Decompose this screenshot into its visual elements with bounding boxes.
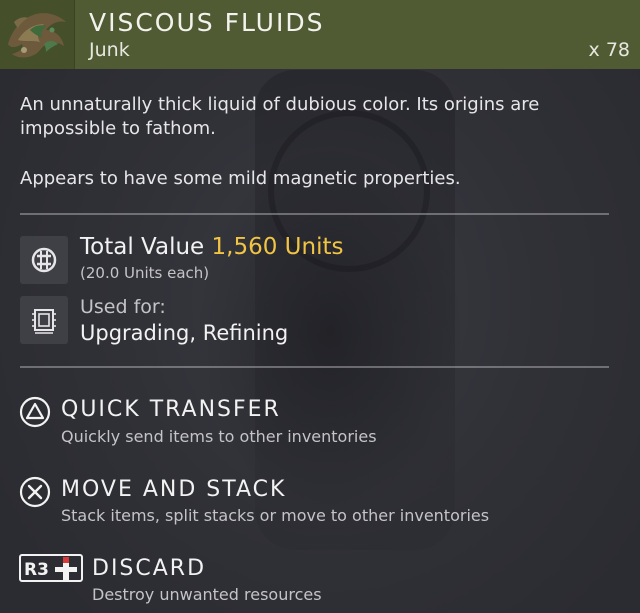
- triangle-button-icon[interactable]: [19, 396, 51, 432]
- move-and-stack-action[interactable]: MOVE AND STACK: [61, 477, 286, 502]
- move-and-stack-description: Stack items, split stacks or move to oth…: [61, 506, 490, 525]
- total-value-amount: 1,560 Units: [211, 234, 344, 260]
- used-for-label: Used for:: [80, 296, 166, 318]
- divider: [20, 366, 609, 368]
- svg-text:R3: R3: [24, 560, 49, 580]
- item-description-extra: Appears to have some mild magnetic prope…: [20, 168, 461, 189]
- item-category: Junk: [89, 39, 130, 61]
- quick-transfer-action[interactable]: QUICK TRANSFER: [61, 397, 281, 422]
- item-name: VISCOUS FLUIDS: [89, 8, 325, 37]
- unit-value: (20.0 Units each): [80, 264, 210, 282]
- chip-icon: [20, 296, 68, 344]
- item-description: An unnaturally thick liquid of dubious c…: [20, 94, 540, 139]
- units-icon: [20, 236, 68, 284]
- divider: [20, 213, 609, 215]
- cross-button-icon[interactable]: [19, 476, 51, 512]
- total-value: Total Value 1,560 Units: [80, 234, 343, 260]
- viscous-fluids-icon: [0, 0, 75, 69]
- item-quantity: x 78: [588, 39, 630, 61]
- discard-description: Destroy unwanted resources: [92, 585, 322, 604]
- r3-button-icon[interactable]: R3: [19, 554, 83, 588]
- quick-transfer-description: Quickly send items to other inventories: [61, 427, 377, 446]
- total-value-label: Total Value: [80, 234, 205, 260]
- discard-action[interactable]: DISCARD: [92, 556, 206, 581]
- item-header: VISCOUS FLUIDS Junk x 78: [0, 0, 640, 69]
- used-for-value: Upgrading, Refining: [80, 321, 289, 345]
